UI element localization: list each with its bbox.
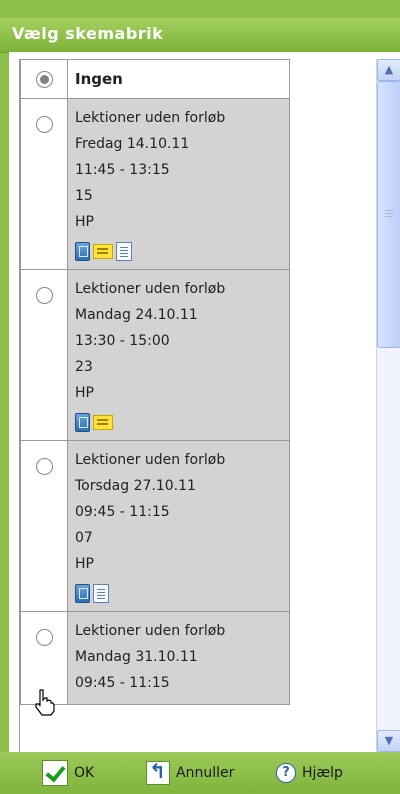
checkmark-icon [42, 760, 68, 786]
lesson-date: Fredag 14.10.11 [75, 136, 190, 152]
radio-entry-4[interactable] [35, 629, 53, 646]
note-icon [93, 414, 113, 430]
room: 07 [75, 530, 93, 546]
list-item-none[interactable]: Ingen [20, 59, 290, 99]
grip-icon [385, 210, 393, 211]
course-name: Lektioner uden forløb [75, 281, 226, 297]
room: 23 [75, 359, 93, 375]
book-icon [75, 412, 90, 432]
list-panel: Ingen Lektioner uden forløb Fredag 14.10… [9, 52, 400, 752]
ok-button[interactable]: OK [42, 760, 95, 786]
room: 15 [75, 188, 93, 204]
list-item[interactable]: Lektioner uden forløb Torsdag 27.10.11 0… [20, 440, 290, 612]
help-label: Hjælp [302, 765, 343, 781]
hand-cursor-icon [35, 689, 55, 716]
lesson-icons [75, 241, 283, 261]
vertical-scrollbar[interactable]: ▲ ▼ [376, 59, 400, 752]
cancel-label: Annuller [176, 765, 235, 781]
radio-none[interactable] [35, 71, 53, 88]
list-item[interactable]: Lektioner uden forløb Mandag 24.10.11 13… [20, 269, 290, 441]
course-name: Lektioner uden forløb [75, 110, 226, 126]
teacher: HP [75, 556, 94, 572]
radio-entry-1[interactable] [35, 116, 53, 133]
dialog-header: Vælg skemabrik [0, 18, 400, 53]
course-name: Lektioner uden forløb [75, 623, 226, 639]
dialog-footer: OK Annuller ? Hjælp [0, 752, 400, 794]
scroll-thumb[interactable] [377, 81, 400, 348]
schedule-table: Ingen Lektioner uden forløb Fredag 14.10… [19, 59, 290, 752]
cancel-button[interactable]: Annuller [146, 759, 235, 785]
lesson-date: Mandag 24.10.11 [75, 307, 198, 323]
lesson-time: 09:45 - 11:15 [75, 675, 170, 691]
lesson-time: 13:30 - 15:00 [75, 333, 170, 349]
book-icon [75, 241, 90, 261]
list-item[interactable]: Lektioner uden forløb Fredag 14.10.11 11… [20, 98, 290, 270]
dialog-frame: Vælg skemabrik Ingen Lektioner uden forl… [0, 0, 400, 794]
document-icon [93, 583, 109, 603]
lesson-date: Torsdag 27.10.11 [75, 478, 196, 494]
lesson-date: Mandag 31.10.11 [75, 649, 198, 665]
radio-entry-3[interactable] [35, 458, 53, 475]
lesson-icons [75, 583, 283, 603]
book-icon [75, 583, 90, 603]
lesson-icons [75, 412, 283, 432]
ok-label: OK [74, 765, 95, 781]
list-item[interactable]: Lektioner uden forløb Mandag 31.10.11 09… [20, 611, 290, 705]
help-icon: ? [276, 763, 296, 783]
course-name: Lektioner uden forløb [75, 452, 226, 468]
radio-entry-2[interactable] [35, 287, 53, 304]
teacher: HP [75, 385, 94, 401]
none-label: Ingen [67, 59, 290, 99]
scroll-down-button[interactable]: ▼ [377, 730, 400, 752]
undo-icon [146, 759, 170, 785]
document-icon [116, 241, 132, 261]
help-button[interactable]: ? Hjælp [276, 761, 343, 785]
note-icon [93, 243, 113, 259]
teacher: HP [75, 214, 94, 230]
dialog-title: Vælg skemabrik [12, 24, 164, 43]
lesson-time: 09:45 - 11:15 [75, 504, 170, 520]
lesson-time: 11:45 - 13:15 [75, 162, 170, 178]
scroll-up-button[interactable]: ▲ [377, 59, 400, 81]
